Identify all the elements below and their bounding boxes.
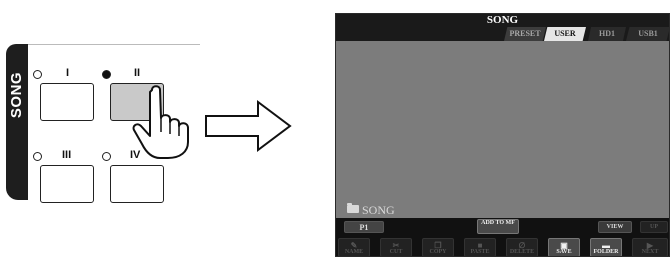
right-arrow-icon bbox=[205, 100, 292, 152]
next-icon: ▶ bbox=[646, 241, 654, 250]
delete-icon: ∅ bbox=[518, 241, 526, 250]
copy-button[interactable]: ❐ COPY bbox=[422, 238, 454, 256]
song-i-button[interactable] bbox=[40, 83, 94, 121]
drive-tab-bar: PRESET USER HD1 USB1 bbox=[336, 27, 669, 41]
file-list-area[interactable] bbox=[336, 41, 669, 216]
song-ii-label: II bbox=[134, 67, 141, 79]
save-button[interactable]: ▣ SAVE bbox=[548, 238, 580, 256]
paste-button[interactable]: ■ PASTE bbox=[464, 238, 496, 256]
tab-user[interactable]: USER bbox=[544, 27, 586, 41]
add-to-mf-button[interactable]: ADD TO MF bbox=[477, 219, 519, 234]
led-song-ii bbox=[102, 70, 111, 79]
panel-side-bar: SONG bbox=[6, 44, 28, 200]
pressing-hand-icon bbox=[132, 85, 189, 159]
view-button[interactable]: VIEW bbox=[598, 221, 632, 233]
current-folder-path: SONG bbox=[347, 203, 395, 218]
name-button[interactable]: ✎ NAME bbox=[338, 238, 370, 256]
cut-icon: ✂ bbox=[392, 241, 400, 250]
page-button[interactable]: P1 bbox=[344, 221, 384, 233]
next-button[interactable]: ▶ NEXT bbox=[632, 238, 668, 256]
led-song-iv bbox=[102, 152, 111, 161]
tab-hd1[interactable]: HD1 bbox=[588, 27, 626, 41]
delete-button[interactable]: ∅ DELETE bbox=[506, 238, 538, 256]
tab-usb1[interactable]: USB1 bbox=[626, 27, 669, 41]
new-folder-icon: ▬ bbox=[602, 241, 610, 250]
save-icon: ▣ bbox=[560, 241, 568, 250]
paste-icon: ■ bbox=[477, 241, 483, 250]
copy-icon: ❐ bbox=[434, 241, 442, 250]
panel-divider bbox=[28, 44, 200, 45]
led-song-iii bbox=[33, 152, 42, 161]
up-button[interactable]: UP bbox=[640, 221, 668, 233]
tab-preset[interactable]: PRESET bbox=[504, 27, 546, 41]
song-iii-label: III bbox=[62, 149, 72, 161]
song-section-label: SONG bbox=[8, 71, 25, 119]
function-bar: P1 ADD TO MF VIEW UP ✎ NAME ✂ CUT ❐ COPY ■ P… bbox=[336, 218, 669, 256]
led-song-i bbox=[33, 70, 42, 79]
song-selection-screen: SONG PRESET USER HD1 USB1 SONG P1 ADD TO… bbox=[335, 13, 670, 257]
song-iii-button[interactable] bbox=[40, 165, 94, 203]
folder-icon bbox=[347, 203, 359, 213]
folder-path-label: SONG bbox=[362, 203, 395, 217]
screen-title: SONG bbox=[336, 14, 669, 27]
name-icon: ✎ bbox=[350, 241, 358, 250]
cut-button[interactable]: ✂ CUT bbox=[380, 238, 412, 256]
folder-button[interactable]: ▬ FOLDER bbox=[590, 238, 622, 256]
song-iv-button[interactable] bbox=[110, 165, 164, 203]
song-i-label: I bbox=[66, 67, 70, 79]
